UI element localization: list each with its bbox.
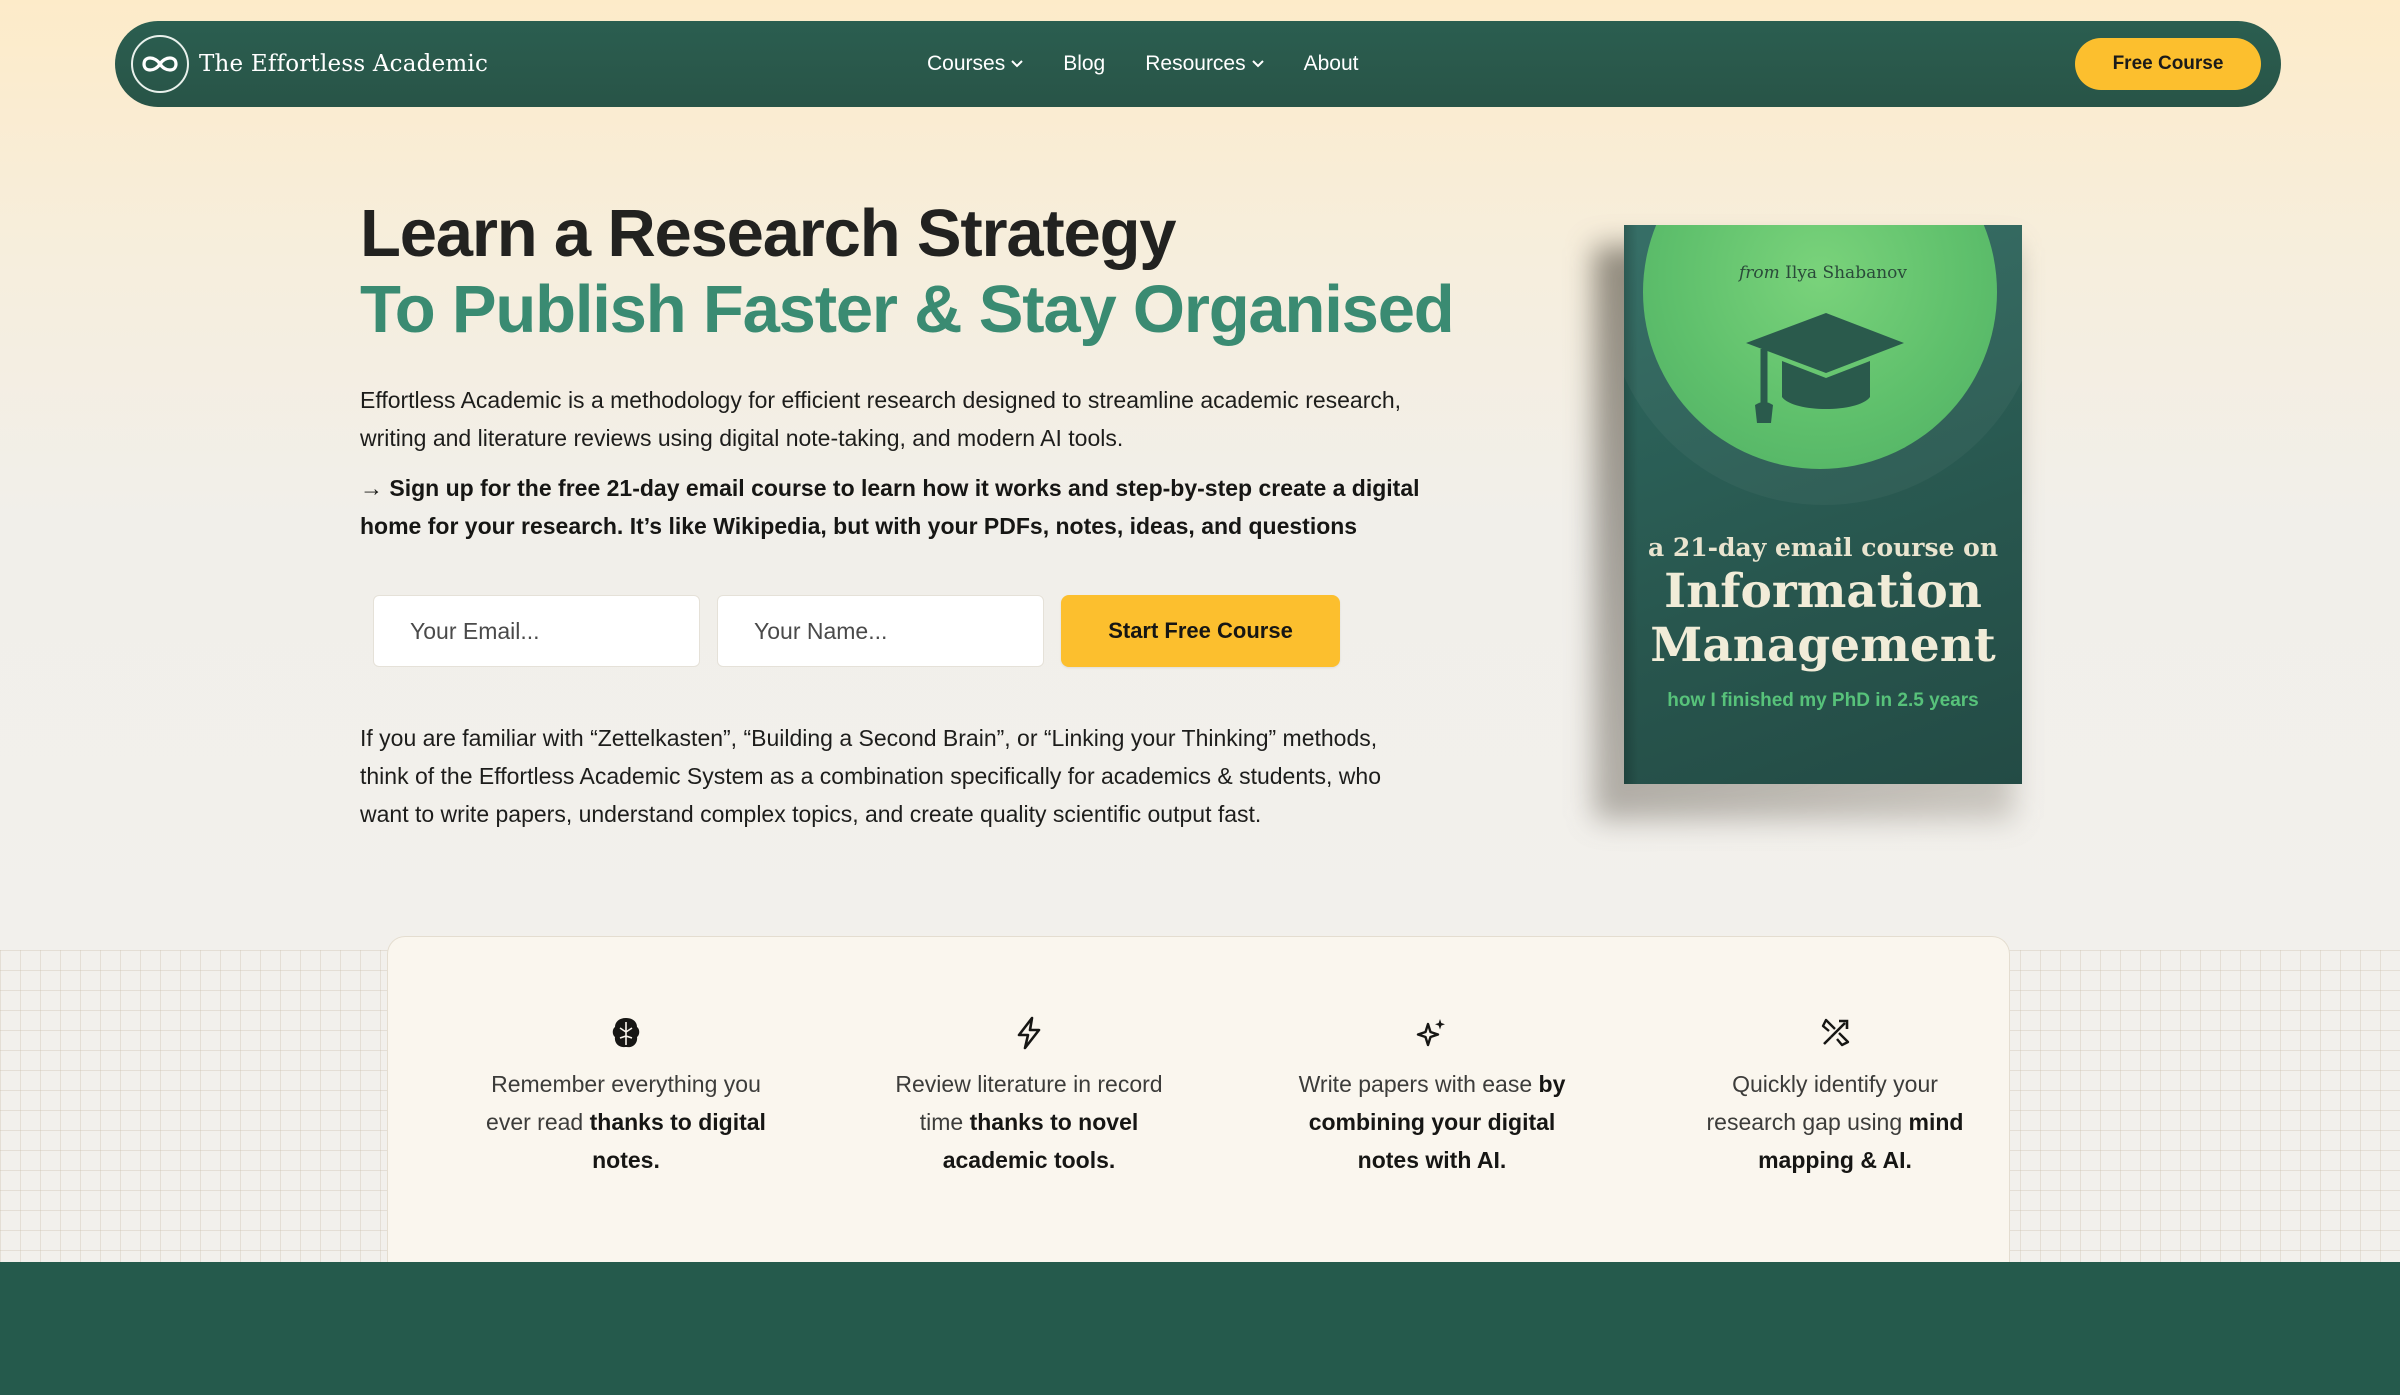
chevron-down-icon xyxy=(1011,60,1023,68)
brand-name: The Effortless Academic xyxy=(199,51,489,77)
top-navbar: The Effortless Academic Courses Blog Res… xyxy=(115,21,2281,107)
author-prefix: from xyxy=(1738,263,1780,283)
feature-bold: thanks to digital notes. xyxy=(589,1109,766,1173)
sparkles-icon xyxy=(1287,1011,1577,1055)
free-course-button[interactable]: Free Course xyxy=(2075,38,2261,90)
course-book-cover: from Ilya Shabanov a 21-day email course… xyxy=(1624,225,2022,784)
name-field[interactable] xyxy=(717,595,1044,667)
feature-item: Quickly identify your research gap using… xyxy=(1690,1011,1980,1179)
book-title: Information Management xyxy=(1624,565,2022,673)
brand-logo[interactable]: The Effortless Academic xyxy=(131,35,488,93)
footer-band xyxy=(0,1262,2400,1395)
signup-form: Start Free Course xyxy=(373,595,1340,667)
author-name: Ilya Shabanov xyxy=(1785,263,1908,283)
hero-title-line2: To Publish Faster & Stay Organised xyxy=(360,272,1455,347)
feature-item: Review literature in record time thanks … xyxy=(884,1011,1174,1179)
nav-link-label: Resources xyxy=(1145,52,1246,75)
target-arrow-icon xyxy=(1690,1011,1980,1055)
email-field[interactable] xyxy=(373,595,700,667)
feature-item: Write papers with ease by combining your… xyxy=(1287,1011,1577,1179)
features-card: Remember everything you ever read thanks… xyxy=(387,936,2010,1266)
nav-link-label: Courses xyxy=(927,52,1006,75)
feature-item: Remember everything you ever read thanks… xyxy=(481,1011,771,1179)
hero-title-line1: Learn a Research Strategy xyxy=(360,196,1177,271)
book-title-line2: Management xyxy=(1650,618,1996,673)
infinity-icon xyxy=(131,35,189,93)
intro-paragraph: Effortless Academic is a methodology for… xyxy=(360,387,1402,451)
feature-text: Quickly identify your research gap using xyxy=(1706,1071,1938,1135)
nav-link-courses[interactable]: Courses xyxy=(927,52,1023,76)
start-free-course-button[interactable]: Start Free Course xyxy=(1061,595,1340,667)
chevron-down-icon xyxy=(1251,60,1264,68)
graduation-cap-icon xyxy=(1746,313,1904,423)
nav-links: Courses Blog Resources About xyxy=(927,21,1399,107)
nav-link-blog[interactable]: Blog xyxy=(1063,52,1105,76)
feature-text: Write papers with ease xyxy=(1298,1071,1539,1097)
signup-callout: → Sign up for the free 21-day email cour… xyxy=(360,475,1420,539)
nav-link-resources[interactable]: Resources xyxy=(1145,52,1264,76)
brain-icon xyxy=(481,1011,771,1055)
book-author: from Ilya Shabanov xyxy=(1624,263,2022,283)
book-tagline: how I finished my PhD in 2.5 years xyxy=(1667,690,1979,711)
nav-link-label: About xyxy=(1303,52,1359,75)
nav-link-about[interactable]: About xyxy=(1304,52,1359,76)
book-subtitle: a 21-day email course on xyxy=(1647,533,1998,562)
hero-title: Learn a Research Strategy To Publish Fas… xyxy=(360,196,1460,348)
feature-bold: thanks to novel academic tools. xyxy=(942,1109,1139,1173)
nav-link-label: Blog xyxy=(1063,52,1106,75)
methods-paragraph: If you are familiar with “Zettelkasten”,… xyxy=(360,725,1381,827)
lightning-icon xyxy=(884,1011,1174,1055)
book-title-line1: Information xyxy=(1664,564,1982,619)
